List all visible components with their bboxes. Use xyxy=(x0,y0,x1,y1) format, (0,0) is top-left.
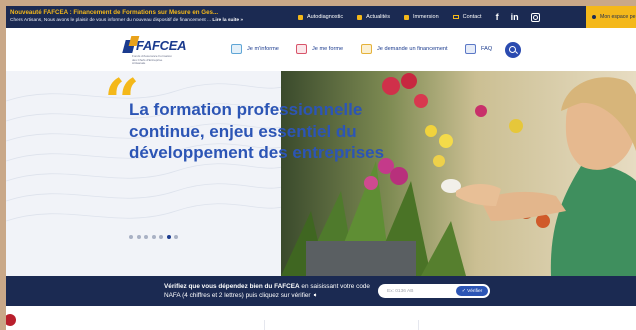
hero-headline: La formation professionnelle continue, e… xyxy=(129,100,385,162)
funding-hand-icon xyxy=(361,44,372,54)
nafa-code-input[interactable] xyxy=(387,287,447,295)
info-screen-icon xyxy=(231,44,242,54)
nafa-check-bar: Vérifiez que vous dépendez bien du FAFCE… xyxy=(6,276,636,306)
news-ticker[interactable]: Nouveauté FAFCEA : Financement de Format… xyxy=(6,9,298,25)
nav-item-train[interactable]: Je me forme xyxy=(296,44,343,54)
slider-dots xyxy=(129,235,182,239)
immersion-icon xyxy=(403,14,409,20)
training-board-icon xyxy=(296,44,307,54)
slider-dot[interactable] xyxy=(144,235,148,239)
slider-dot[interactable] xyxy=(129,235,133,239)
logo-word: FAFCEA xyxy=(136,38,187,53)
read-more-link[interactable]: Lire la suite » xyxy=(212,18,243,23)
verify-button[interactable]: ✓ Vérifier xyxy=(456,286,488,296)
slider-dot[interactable] xyxy=(166,235,171,239)
nav-item-faq[interactable]: FAQ xyxy=(465,44,492,54)
logo[interactable]: FAFCEA Fonds d'Assurance Formation des C… xyxy=(122,34,187,65)
main-nav: FAFCEA Fonds d'Assurance Formation des C… xyxy=(6,28,636,71)
toplink-autodiagnostic[interactable]: Autodiagnostic xyxy=(298,14,343,20)
nafa-form: ✓ Vérifier xyxy=(378,284,490,298)
news-title[interactable]: Nouveauté FAFCEA : Financement de Format… xyxy=(10,9,298,17)
slider-dot[interactable] xyxy=(151,235,156,239)
logo-tagline: Fonds d'Assurance Formation des Chefs d'… xyxy=(132,54,172,65)
slider-dot[interactable] xyxy=(136,235,141,239)
toplink-contact[interactable]: Contact xyxy=(452,14,482,20)
hero-slider: “ La formation professionnelle continue,… xyxy=(6,71,636,276)
facebook-icon[interactable]: f xyxy=(496,12,499,22)
toplink-actualites[interactable]: Actualités xyxy=(357,14,390,20)
nafa-instructions: Vérifiez que vous dépendez bien du FAFCE… xyxy=(164,283,370,299)
user-icon xyxy=(592,15,596,19)
news-icon xyxy=(357,14,363,20)
slider-dot[interactable] xyxy=(159,235,163,239)
slider-dot[interactable] xyxy=(174,235,178,239)
page: Nouveauté FAFCEA : Financement de Format… xyxy=(6,6,636,330)
divider xyxy=(264,320,265,330)
content-below xyxy=(6,306,636,330)
toplink-immersion[interactable]: Immersion xyxy=(403,14,439,20)
linkedin-icon[interactable]: in xyxy=(511,12,519,22)
instagram-icon[interactable] xyxy=(530,12,540,22)
account-space-button[interactable]: Mon espace pe xyxy=(586,6,636,28)
top-bar: Nouveauté FAFCEA : Financement de Format… xyxy=(6,6,636,28)
divider xyxy=(418,320,419,330)
search-button[interactable] xyxy=(505,42,521,58)
top-links: Autodiagnostic Actualités Immersion Cont… xyxy=(298,6,550,28)
news-text: Chers Artisans, Nous avons le plaisir de… xyxy=(10,18,244,23)
nav-item-inform[interactable]: Je m'informe xyxy=(231,44,279,54)
nav-item-funding[interactable]: Je demande un financement xyxy=(361,44,448,54)
envelope-icon xyxy=(452,15,459,19)
autodiagnostic-icon xyxy=(298,14,303,20)
faq-list-icon xyxy=(465,44,476,54)
